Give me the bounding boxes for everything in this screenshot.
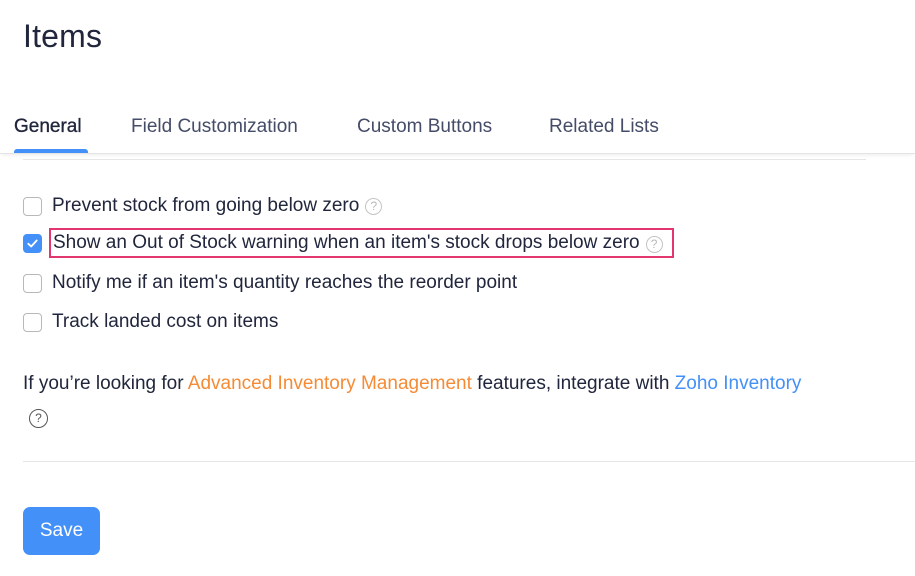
divider <box>23 461 915 462</box>
prevent-negative-stock-checkbox[interactable] <box>23 196 42 216</box>
info-text-middle: features, integrate with <box>471 373 675 394</box>
question-circle-icon[interactable]: ? <box>645 235 663 253</box>
tab-custom-buttons[interactable]: Custom Buttons <box>357 116 492 138</box>
option-reorder-notification: Notify me if an item's quantity reaches … <box>23 271 517 295</box>
option-track-landed-cost: Track landed cost on items <box>23 310 278 334</box>
tab-bar: General Field Customization Custom Butto… <box>0 108 915 154</box>
tab-field-customization[interactable]: Field Customization <box>131 116 298 138</box>
highlight-box: Show an Out of Stock warning when an ite… <box>49 228 674 258</box>
divider <box>23 159 866 160</box>
active-tab-indicator <box>14 149 88 153</box>
option-out-of-stock-warning: Show an Out of Stock warning when an ite… <box>23 228 674 258</box>
track-landed-cost-checkbox[interactable] <box>23 312 42 332</box>
option-label: Track landed cost on items <box>52 311 279 332</box>
question-circle-icon[interactable]: ? <box>365 197 383 215</box>
option-label: Prevent stock from going below zero <box>52 195 360 216</box>
page-title: Items <box>23 18 103 54</box>
option-prevent-negative-stock: Prevent stock from going below zero ? <box>23 194 383 218</box>
reorder-notification-checkbox[interactable] <box>23 273 42 293</box>
option-label: Notify me if an item's quantity reaches … <box>52 272 518 293</box>
option-label: Show an Out of Stock warning when an ite… <box>53 232 640 253</box>
save-button[interactable]: Save <box>23 507 100 555</box>
tab-general[interactable]: General <box>14 116 82 138</box>
tab-related-lists[interactable]: Related Lists <box>549 116 659 138</box>
integration-info: If you’re looking for Advanced Inventory… <box>23 368 803 430</box>
info-text-prefix: If you’re looking for <box>23 373 188 394</box>
out-of-stock-warning-checkbox[interactable] <box>23 233 42 253</box>
zoho-inventory-link[interactable]: Zoho Inventory <box>675 373 802 394</box>
advanced-inventory-link[interactable]: Advanced Inventory Management <box>188 373 472 394</box>
checkmark-icon <box>27 239 38 247</box>
question-circle-icon[interactable]: ? <box>29 408 48 428</box>
